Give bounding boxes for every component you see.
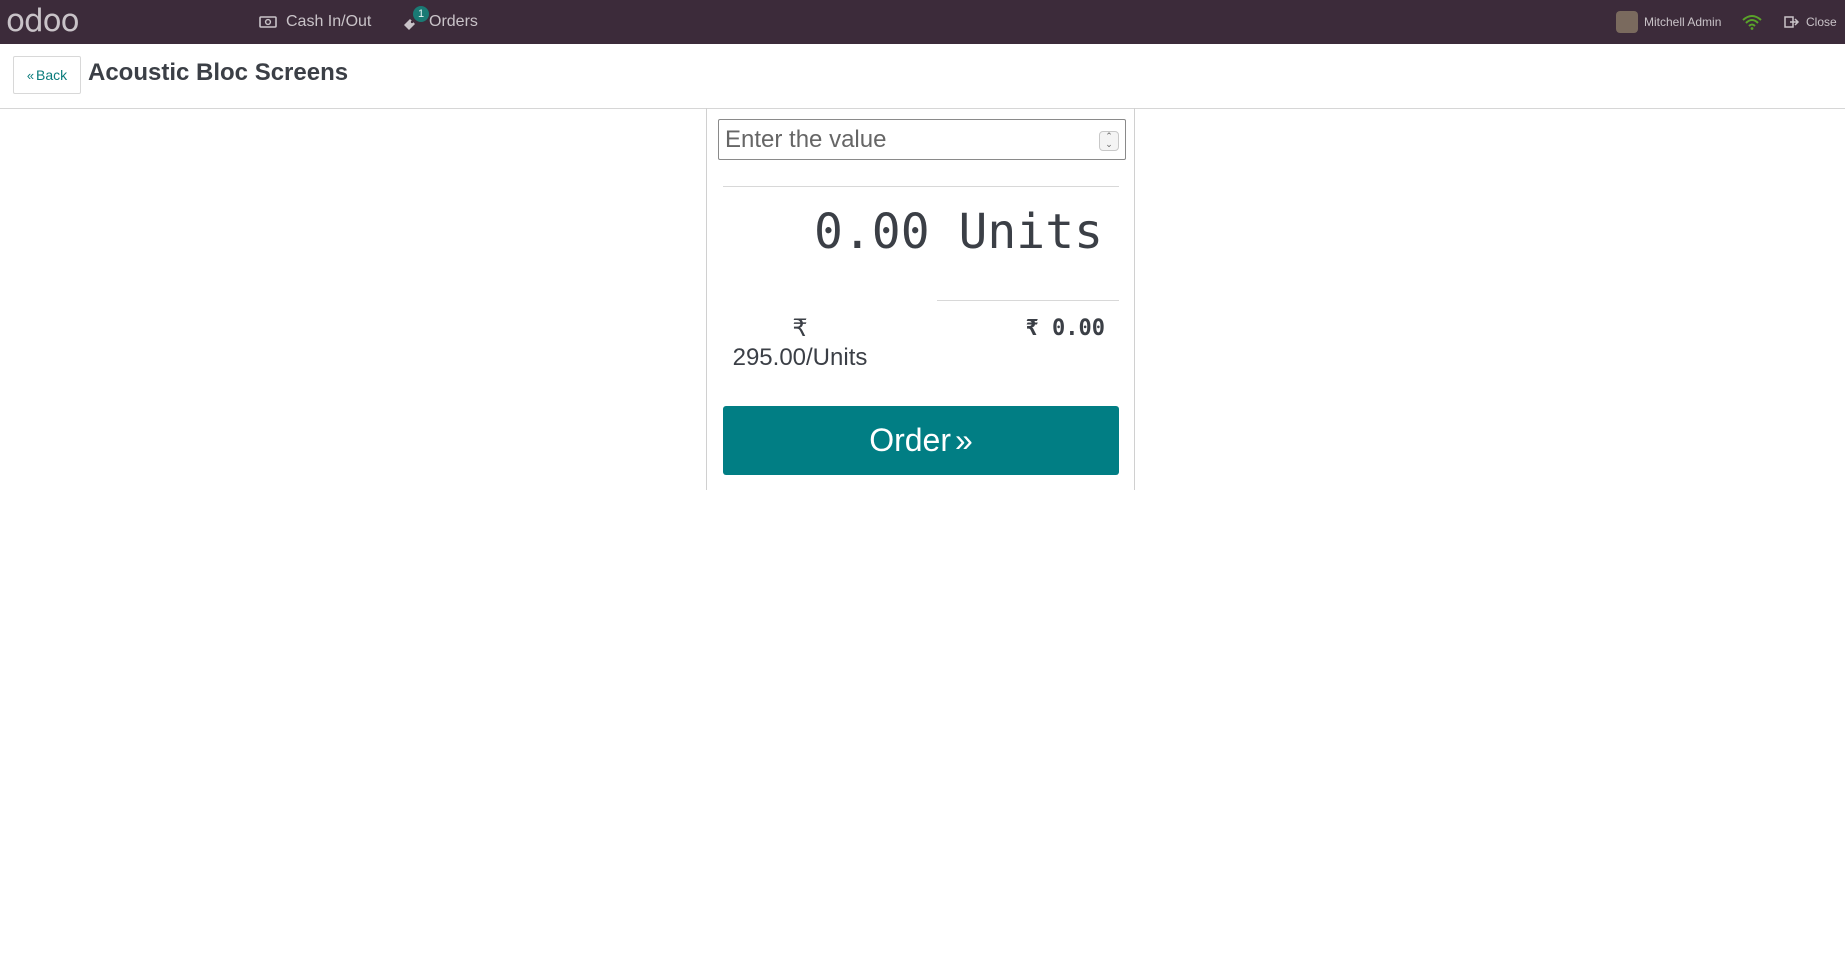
user-menu[interactable]: Mitchell Admin — [1616, 0, 1721, 44]
unit-price-value: 295.00/Units — [732, 344, 868, 371]
order-label: Order — [869, 422, 951, 458]
quantity-unit: Units — [958, 204, 1104, 260]
value-field[interactable]: ⌃⌄ — [718, 119, 1126, 160]
product-header: « Back Acoustic Bloc Screens — [0, 44, 1845, 109]
product-title: Acoustic Bloc Screens — [88, 59, 349, 86]
double-chevron-left-icon: « — [26, 67, 35, 83]
orders-button[interactable]: 1 Orders — [402, 0, 478, 44]
orders-label: Orders — [429, 13, 478, 30]
orders-count-badge: 1 — [413, 6, 429, 22]
connection-status — [1742, 0, 1762, 44]
cash-in-out-button[interactable]: Cash In/Out — [259, 0, 371, 44]
money-icon — [259, 16, 277, 28]
close-button[interactable]: Close — [1784, 0, 1837, 44]
quantity-value: 0.00 — [814, 204, 930, 260]
unit-price: ₹ 295.00/Units — [725, 314, 875, 372]
value-input[interactable] — [723, 120, 1087, 159]
order-button[interactable]: Order » — [723, 406, 1119, 475]
divider — [723, 186, 1119, 187]
stepper-icon[interactable]: ⌃ ⌄ — [1099, 131, 1119, 151]
logo-text: odoo — [6, 3, 80, 39]
currency-symbol: ₹ — [792, 315, 808, 342]
user-name: Mitchell Admin — [1644, 15, 1722, 29]
close-label: Close — [1806, 15, 1837, 29]
divider — [937, 300, 1119, 301]
double-chevron-right-icon: » — [955, 422, 973, 458]
back-label: Back — [36, 67, 68, 83]
quantity-panel: ⌃⌄ 0.00 Units ₹ 295.00/Units ₹ 0.00 Orde… — [706, 108, 1135, 490]
back-button[interactable]: « Back — [13, 56, 81, 94]
sign-out-icon — [1784, 16, 1800, 28]
wifi-icon — [1742, 15, 1762, 30]
avatar — [1616, 11, 1638, 33]
quantity-display: 0.00 Units — [707, 204, 1103, 260]
total-price: ₹ 0.00 — [1025, 316, 1105, 341]
top-navbar: odoo Cash In/Out 1 Orders Mitchell Admin — [0, 0, 1845, 44]
cash-in-out-label: Cash In/Out — [286, 13, 372, 30]
odoo-logo: odoo — [6, 3, 80, 39]
